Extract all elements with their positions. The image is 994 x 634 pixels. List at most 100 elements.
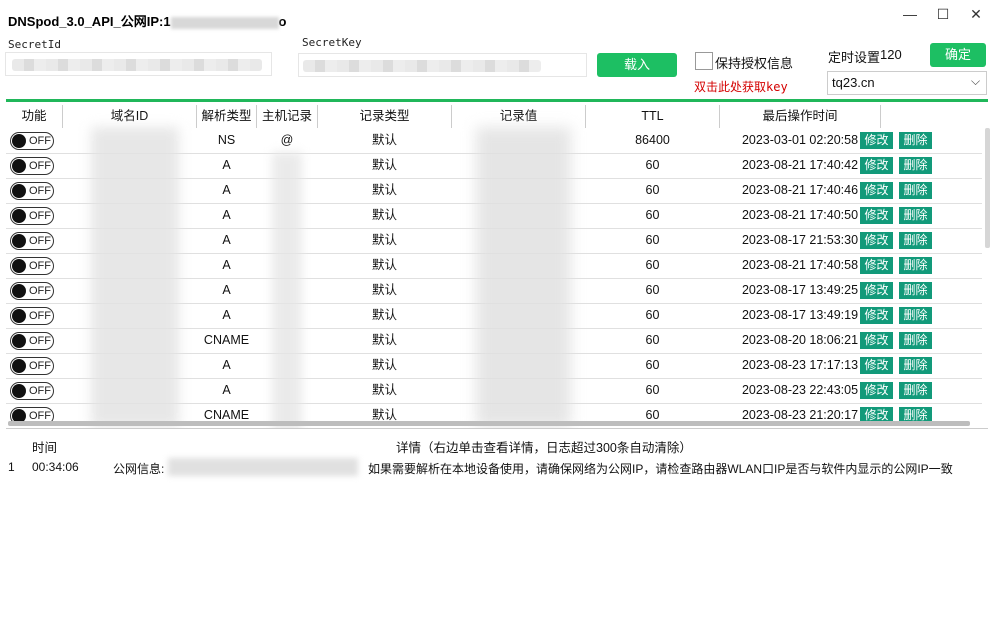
cell-record-type: 默认 (371, 233, 397, 247)
toggle-label: OFF (29, 360, 51, 372)
confirm-button[interactable]: 确定 (930, 43, 986, 67)
delete-button[interactable]: 删除 (899, 382, 932, 399)
delete-button[interactable]: 删除 (899, 257, 932, 274)
edit-button[interactable]: 修改 (860, 157, 893, 174)
cell-time: 2023-08-17 13:49:25 (741, 283, 859, 297)
cell-resolve-type: NS (217, 133, 236, 147)
record-toggle[interactable]: OFF (10, 207, 54, 225)
column-header[interactable]: 功能 (6, 105, 63, 128)
delete-button[interactable]: 删除 (899, 182, 932, 199)
delete-button[interactable]: 删除 (899, 132, 932, 149)
records-table: 功能 域名ID 解析类型 主机记录 记录类型 记录值 TTL 最后操作时间 OF… (6, 99, 988, 429)
minimize-icon[interactable]: — (893, 0, 927, 28)
record-toggle[interactable]: OFF (10, 332, 54, 350)
record-toggle[interactable]: OFF (10, 282, 54, 300)
log-index: 1 (8, 460, 15, 474)
cell-record-type: 默认 (371, 158, 397, 172)
record-toggle[interactable]: OFF (10, 307, 54, 325)
redacted-ip (170, 16, 279, 29)
record-toggle[interactable]: OFF (10, 357, 54, 375)
toggle-label: OFF (29, 160, 51, 172)
cell-record-type: 默认 (371, 133, 397, 147)
column-header[interactable]: 记录值 (452, 105, 586, 128)
keep-auth-checkbox[interactable] (695, 52, 713, 70)
delete-button[interactable]: 删除 (899, 232, 932, 249)
domain-select[interactable]: tq23.cn ⌵ (827, 71, 987, 95)
cell-time: 2023-08-17 13:49:19 (741, 308, 859, 322)
redacted-hosts (272, 152, 302, 428)
record-toggle[interactable]: OFF (10, 132, 54, 150)
toggle-knob-icon (12, 184, 26, 198)
edit-button[interactable]: 修改 (860, 282, 893, 299)
get-key-link[interactable]: 双击此处获取key (694, 78, 788, 95)
domain-select-value: tq23.cn (832, 75, 875, 90)
cell-time: 2023-08-21 17:40:46 (741, 183, 859, 197)
column-header[interactable]: 记录类型 (318, 105, 452, 128)
cell-ttl: 60 (645, 383, 660, 397)
secret-key-input[interactable] (298, 53, 587, 77)
toggle-knob-icon (12, 134, 26, 148)
delete-button[interactable]: 删除 (899, 357, 932, 374)
edit-button[interactable]: 修改 (860, 257, 893, 274)
cell-resolve-type: A (222, 183, 231, 197)
edit-button[interactable]: 修改 (860, 182, 893, 199)
cell-resolve-type: A (222, 208, 231, 222)
load-button[interactable]: 载入 (597, 53, 677, 77)
record-toggle[interactable]: OFF (10, 157, 54, 175)
toggle-label: OFF (29, 135, 51, 147)
cell-record-type: 默认 (371, 183, 397, 197)
toggle-label: OFF (29, 335, 51, 347)
cell-record-type: 默认 (371, 333, 397, 347)
edit-button[interactable]: 修改 (860, 332, 893, 349)
record-toggle[interactable]: OFF (10, 382, 54, 400)
edit-button[interactable]: 修改 (860, 207, 893, 224)
close-icon[interactable]: ✕ (959, 0, 993, 28)
record-toggle[interactable]: OFF (10, 232, 54, 250)
column-header[interactable]: 域名ID (63, 105, 197, 128)
maximize-icon[interactable]: ☐ (926, 0, 960, 28)
edit-button[interactable]: 修改 (860, 382, 893, 399)
cell-record-type: 默认 (371, 208, 397, 222)
toggle-knob-icon (12, 159, 26, 173)
cell-time: 2023-08-21 17:40:58 (741, 258, 859, 272)
log-detail-prefix: 公网信息: (113, 462, 165, 476)
delete-button[interactable]: 删除 (899, 157, 932, 174)
cell-time: 2023-03-01 02:20:58 (741, 133, 859, 147)
redacted-values (476, 127, 571, 427)
cell-time: 2023-08-21 17:40:42 (741, 158, 859, 172)
record-toggle[interactable]: OFF (10, 182, 54, 200)
column-header[interactable]: TTL (586, 105, 720, 128)
column-header[interactable]: 主机记录 (257, 105, 318, 128)
cell-record-type: 默认 (371, 258, 397, 272)
toggle-knob-icon (12, 284, 26, 298)
log-time-header: 时间 (32, 441, 58, 455)
cell-record-type: 默认 (371, 308, 397, 322)
secret-id-input[interactable] (5, 52, 272, 76)
edit-button[interactable]: 修改 (860, 232, 893, 249)
cell-record-type: 默认 (371, 358, 397, 372)
log-detail[interactable]: 如果需要解析在本地设备使用，请确保网络为公网IP，请检查路由器WLAN口IP是否… (368, 460, 988, 477)
column-header[interactable]: 解析类型 (197, 105, 257, 128)
log-detail-header: 详情（右边单击查看详情，日志超过300条自动清除） (396, 441, 692, 455)
cell-resolve-type: A (222, 233, 231, 247)
cell-ttl: 86400 (635, 133, 670, 147)
delete-button[interactable]: 删除 (899, 307, 932, 324)
column-header[interactable]: 最后操作时间 (720, 105, 881, 128)
edit-button[interactable]: 修改 (860, 357, 893, 374)
delete-button[interactable]: 删除 (899, 282, 932, 299)
delete-button[interactable]: 删除 (899, 207, 932, 224)
window-title-text: DNSpod_3.0_API_公网IP:1 (8, 14, 171, 29)
toggle-label: OFF (29, 385, 51, 397)
cell-ttl: 60 (645, 358, 660, 372)
timer-input[interactable]: 120 (880, 44, 926, 66)
cell-resolve-type: A (222, 283, 231, 297)
cell-ttl: 60 (645, 233, 660, 247)
delete-button[interactable]: 删除 (899, 332, 932, 349)
record-toggle[interactable]: OFF (10, 257, 54, 275)
vertical-scrollbar[interactable] (985, 128, 990, 248)
edit-button[interactable]: 修改 (860, 307, 893, 324)
toggle-label: OFF (29, 310, 51, 322)
edit-button[interactable]: 修改 (860, 132, 893, 149)
horizontal-scrollbar[interactable] (8, 421, 970, 426)
cell-time: 2023-08-17 21:53:30 (741, 233, 859, 247)
